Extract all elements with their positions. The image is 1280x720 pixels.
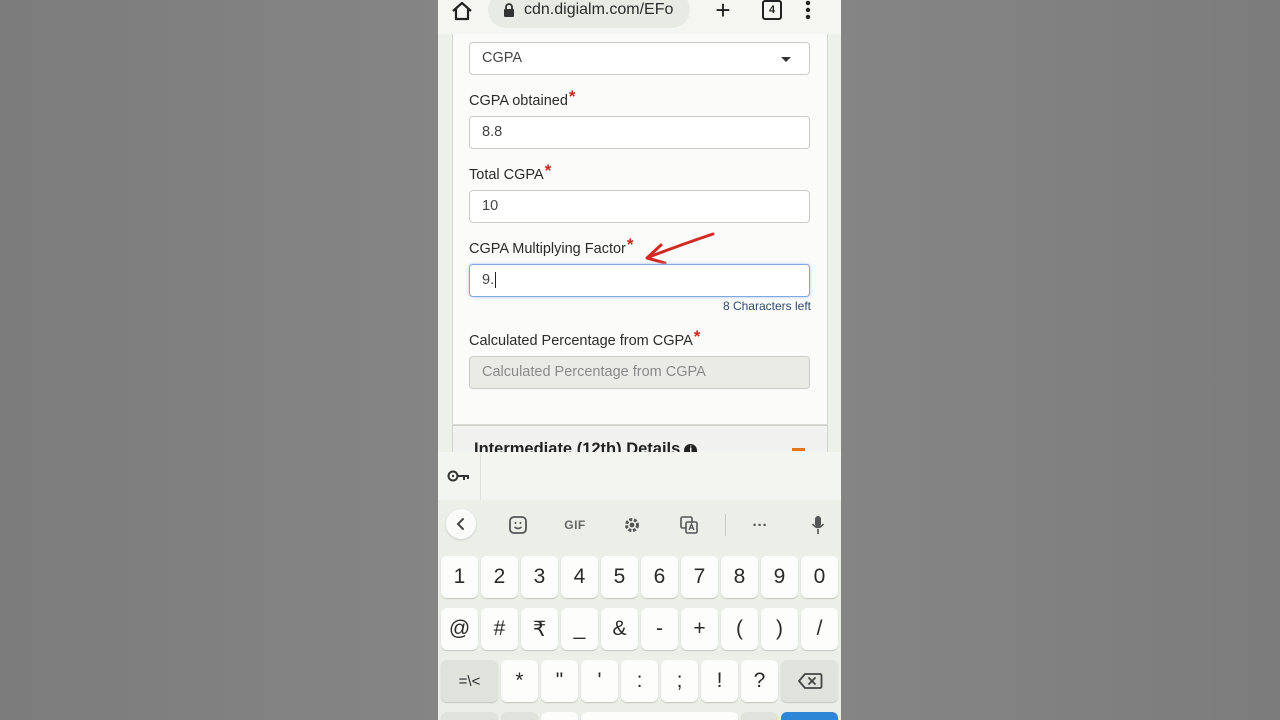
key-0[interactable]: 0 (801, 556, 838, 598)
password-key-icon[interactable] (438, 452, 481, 500)
key-4[interactable]: 4 (561, 556, 598, 598)
gear-icon[interactable] (619, 512, 645, 538)
web-page: CGPA CGPA obtained* 8.8 Total CGPA* 10 C… (438, 34, 841, 452)
key-double-quote[interactable]: " (541, 660, 578, 702)
key-plus[interactable]: + (681, 608, 718, 650)
score-type-select[interactable]: CGPA (469, 42, 810, 75)
suggestion-bar (438, 452, 841, 500)
key-hash[interactable]: # (481, 608, 518, 650)
tab-switcher-button[interactable]: 4 (762, 0, 782, 20)
key-colon[interactable]: : (621, 660, 658, 702)
text-cursor (495, 272, 497, 289)
cgpa-multiplying-factor-label: CGPA Multiplying Factor* (469, 235, 634, 257)
key-minus[interactable]: - (641, 608, 678, 650)
calculated-percentage-input: Calculated Percentage from CGPA (469, 356, 810, 389)
address-bar[interactable]: cdn.digialm.com/EFo (488, 0, 690, 28)
key-numbers[interactable] (541, 712, 578, 720)
keyboard-toolbar: GIF ··· (438, 508, 841, 542)
total-cgpa-label: Total CGPA* (469, 161, 552, 183)
lock-icon (502, 2, 516, 18)
characters-left-counter: 8 Characters left (722, 299, 811, 313)
key-single-quote[interactable]: ' (581, 660, 618, 702)
key-6[interactable]: 6 (641, 556, 678, 598)
key-asterisk[interactable]: * (501, 660, 538, 702)
key-abc-switch[interactable] (441, 712, 498, 720)
key-semicolon[interactable]: ; (661, 660, 698, 702)
key-rupee[interactable]: ₹ (521, 608, 558, 650)
video-letterbox-right (841, 0, 1280, 720)
chevron-left-icon[interactable] (446, 509, 476, 539)
key-1[interactable]: 1 (441, 556, 478, 598)
cgpa-obtained-input[interactable]: 8.8 (469, 116, 810, 149)
key-period[interactable] (741, 712, 778, 720)
key-8[interactable]: 8 (721, 556, 758, 598)
total-cgpa-input[interactable]: 10 (469, 190, 810, 223)
overflow-menu-icon[interactable] (804, 0, 812, 20)
collapse-icon[interactable] (792, 448, 805, 451)
key-space[interactable] (581, 712, 738, 720)
browser-toolbar: cdn.digialm.com/EFo + 4 (438, 0, 841, 34)
key-9[interactable]: 9 (761, 556, 798, 598)
key-next[interactable] (781, 712, 838, 720)
required-mark: * (626, 235, 634, 254)
key-5[interactable]: 5 (601, 556, 638, 598)
on-screen-keyboard: GIF ··· 1 2 3 4 5 6 7 8 9 0 @ # ₹ _ & - … (438, 452, 841, 720)
key-ampersand[interactable]: & (601, 608, 638, 650)
key-more-symbols[interactable]: =\< (441, 660, 498, 702)
video-letterbox-left (0, 0, 438, 720)
info-icon[interactable]: i (684, 444, 698, 452)
translate-icon[interactable] (676, 512, 702, 538)
key-3[interactable]: 3 (521, 556, 558, 598)
sticker-icon[interactable] (505, 512, 531, 538)
key-underscore[interactable]: _ (561, 608, 598, 650)
key-at[interactable]: @ (441, 608, 478, 650)
key-exclamation[interactable]: ! (701, 660, 738, 702)
calculated-percentage-label: Calculated Percentage from CGPA* (469, 327, 701, 349)
key-slash[interactable]: / (801, 608, 838, 650)
section-title: Intermediate (12th) Details i (474, 440, 698, 452)
microphone-icon[interactable] (805, 512, 831, 538)
required-mark: * (693, 327, 701, 346)
chevron-down-icon (781, 57, 791, 62)
home-icon[interactable] (450, 0, 474, 22)
cgpa-multiplying-factor-input[interactable]: 9. (469, 264, 810, 297)
key-question[interactable]: ? (741, 660, 778, 702)
gif-button[interactable]: GIF (562, 512, 588, 538)
toolbar-divider (725, 514, 726, 536)
intermediate-details-header[interactable]: Intermediate (12th) Details i (452, 425, 828, 452)
cgpa-obtained-label: CGPA obtained* (469, 87, 576, 109)
score-type-value: CGPA (482, 50, 523, 66)
key-7[interactable]: 7 (681, 556, 718, 598)
key-close-paren[interactable]: ) (761, 608, 798, 650)
key-open-paren[interactable]: ( (721, 608, 758, 650)
more-options-icon[interactable]: ··· (747, 512, 773, 538)
required-mark: * (544, 161, 552, 180)
phone-screen: cdn.digialm.com/EFo + 4 CGPA CGPA obtain… (438, 0, 841, 720)
graduation-details-card: CGPA CGPA obtained* 8.8 Total CGPA* 10 C… (452, 34, 828, 425)
required-mark: * (568, 87, 576, 106)
key-comma[interactable] (501, 712, 538, 720)
key-2[interactable]: 2 (481, 556, 518, 598)
new-tab-icon[interactable]: + (711, 0, 735, 23)
url-text: cdn.digialm.com/EFo (524, 1, 674, 18)
backspace-icon[interactable] (781, 660, 838, 702)
